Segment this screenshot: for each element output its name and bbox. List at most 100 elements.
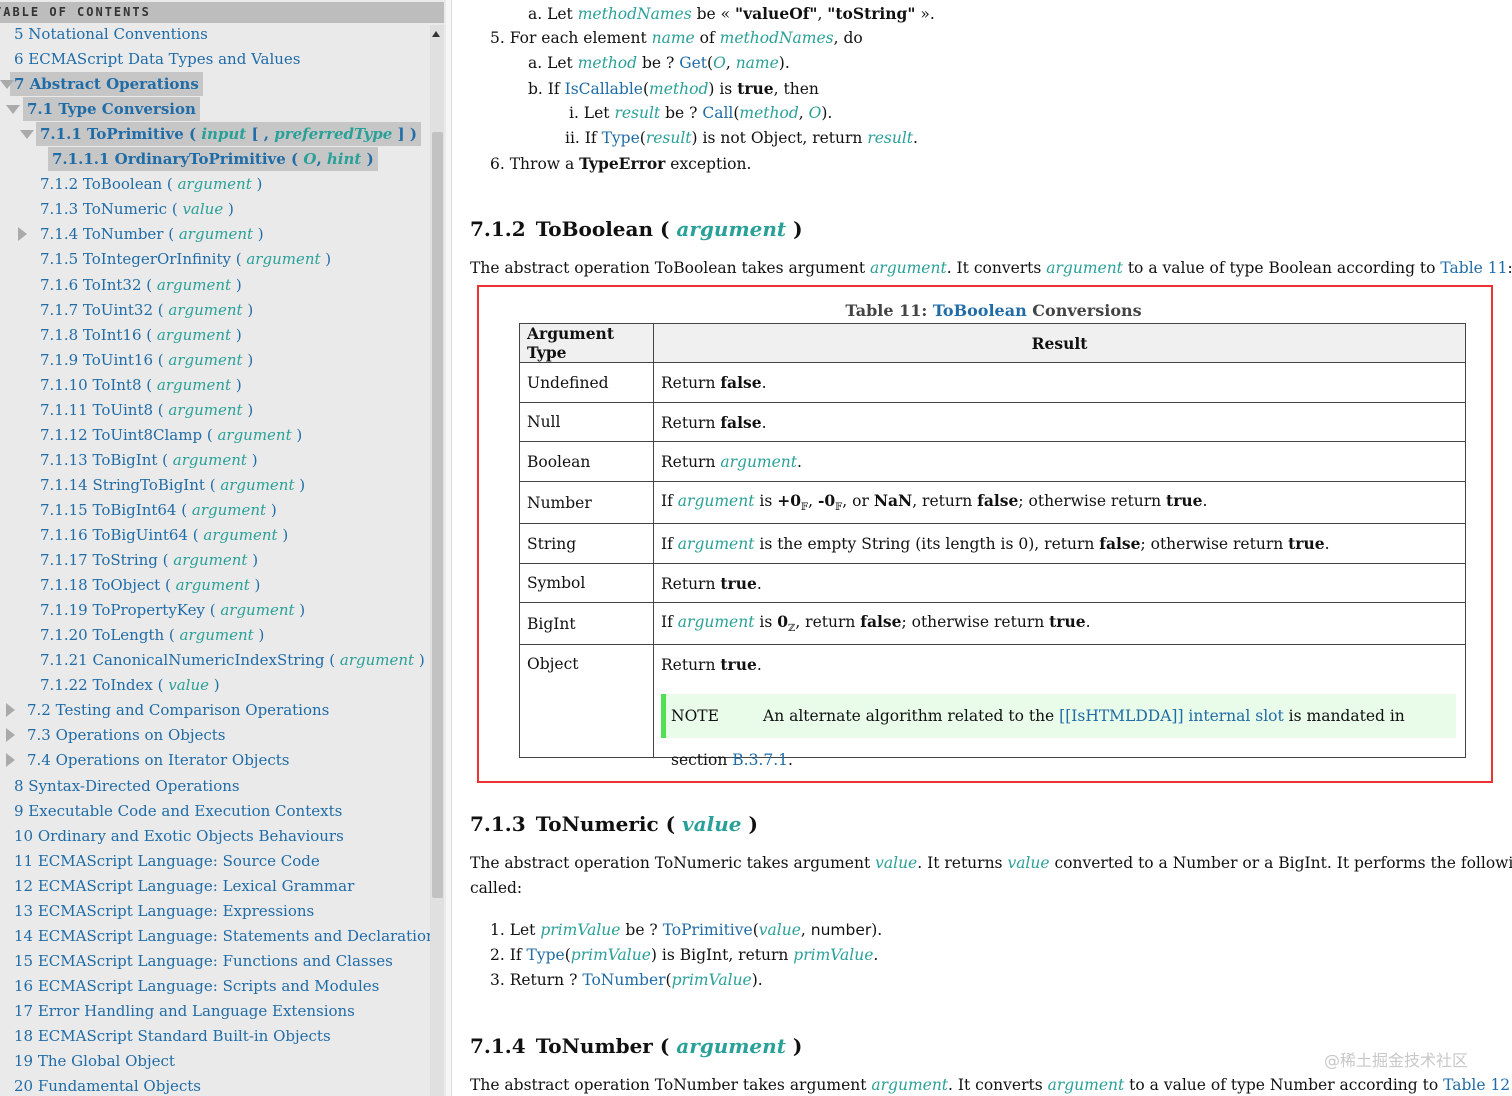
toboolean-caption-link[interactable]: ToBoolean [933, 301, 1027, 320]
row-result: Return argument. [653, 441, 1466, 482]
toc-item[interactable]: 7.1.19 ToPropertyKey ( argument ) [40, 598, 305, 622]
toc-item[interactable]: 6 ECMAScript Data Types and Values [14, 47, 301, 71]
toc-item[interactable]: 7.1.4 ToNumber ( argument ) [40, 222, 264, 246]
scroll-up-arrow-icon[interactable] [432, 31, 440, 37]
toboolean-conversions-table: Argument Type Result Undefined Return fa… [519, 323, 1466, 769]
toc-item[interactable]: 7.1.13 ToBigInt ( argument ) [40, 448, 258, 472]
toc-item[interactable]: 12 ECMAScript Language: Lexical Grammar [14, 874, 354, 898]
toc-item[interactable]: 7.4 Operations on Iterator Objects [27, 748, 289, 772]
toc-item[interactable]: 7.1 Type Conversion [23, 97, 200, 122]
toc-item[interactable]: 7.1.16 ToBigUint64 ( argument ) [40, 523, 288, 547]
toc-item[interactable]: 7.1.17 ToString ( argument ) [40, 548, 258, 572]
toc-item[interactable]: 13 ECMAScript Language: Expressions [14, 899, 314, 923]
row-type: String [519, 523, 654, 564]
toc-item[interactable]: 16 ECMAScript Language: Scripts and Modu… [14, 974, 379, 998]
row-result: If argument is the empty String (its len… [653, 523, 1466, 564]
row-result: If argument is 0ℤ, return false; otherwi… [653, 602, 1466, 645]
table-row: Object Return true. NOTE An alternate alg… [519, 644, 1466, 769]
toc-item[interactable]: 7.3 Operations on Objects [27, 723, 226, 747]
tonumeric-intro-cont: called: [470, 879, 523, 897]
collapse-triangle-icon[interactable] [0, 80, 14, 90]
toc-item[interactable]: 7.1.3 ToNumeric ( value ) [40, 197, 234, 221]
toc-item[interactable]: 7 Abstract Operations [10, 72, 203, 97]
toc-item[interactable]: 7.1.1.1 OrdinaryToPrimitive ( O, hint ) [48, 147, 378, 172]
tonumber-intro: The abstract operation ToNumber takes ar… [470, 1076, 1512, 1094]
step-5a: a. Let method be ? Get(O, name). [528, 54, 790, 72]
expand-triangle-icon[interactable] [6, 703, 15, 718]
row-result: Return true. [653, 563, 1466, 603]
note-label: NOTE [671, 707, 719, 725]
toc-item[interactable]: 7.1.2 ToBoolean ( argument ) [40, 172, 262, 196]
toc-item[interactable]: 7.1.10 ToInt8 ( argument ) [40, 373, 242, 397]
toc-item[interactable]: 7.1.11 ToUint8 ( argument ) [40, 398, 253, 422]
toc-item[interactable]: 19 The Global Object [14, 1049, 175, 1073]
row-type: Null [519, 402, 654, 442]
table-12-link[interactable]: Table 12 [1443, 1076, 1510, 1094]
toc-sidebar: TABLE OF CONTENTS 5 Notational Conventio… [0, 0, 446, 1096]
call-link[interactable]: Call [702, 104, 733, 122]
row-type: Object [519, 644, 654, 758]
section-b-3-7-1-link[interactable]: B.3.7.1 [732, 751, 788, 769]
toc-item[interactable]: 7.1.8 ToInt16 ( argument ) [40, 323, 242, 347]
toprimitive-link[interactable]: ToPrimitive [663, 921, 753, 939]
row-type: Number [519, 481, 654, 524]
toc-item[interactable]: 7.1.15 ToBigInt64 ( argument ) [40, 498, 277, 522]
col-header-argument-type: Argument Type [519, 323, 654, 363]
toc-item[interactable]: 7.1.18 ToObject ( argument ) [40, 573, 260, 597]
table-row: String If argument is the empty String (… [519, 523, 1466, 564]
section-heading-7-1-4: 7.1.4 ToNumber ( argument ) [470, 1034, 803, 1058]
toc-item[interactable]: 7.1.5 ToIntegerOrInfinity ( argument ) [40, 247, 331, 271]
expand-triangle-icon[interactable] [18, 227, 27, 242]
table-row: BigInt If argument is 0ℤ, return false; … [519, 602, 1466, 645]
col-header-result: Result [653, 323, 1466, 363]
tonumeric-step-2: 2. If Type(primValue) is BigInt, return … [490, 946, 879, 964]
step-4a: a. Let methodNames be « "valueOf", "toSt… [528, 4, 935, 23]
toc-item[interactable]: 7.1.1 ToPrimitive ( input [ , preferredT… [36, 122, 421, 147]
table-11-link[interactable]: Table 11 [1440, 259, 1507, 277]
toc-item[interactable]: 5 Notational Conventions [14, 22, 208, 46]
toc-item[interactable]: 9 Executable Code and Execution Contexts [14, 799, 342, 823]
toc-item[interactable]: 10 Ordinary and Exotic Objects Behaviour… [14, 824, 344, 848]
toc-header: TABLE OF CONTENTS [0, 2, 444, 23]
note-box: NOTE An alternate algorithm related to th… [661, 694, 1456, 769]
toc-item[interactable]: 17 Error Handling and Language Extension… [14, 999, 355, 1023]
iscallable-link[interactable]: IsCallable [565, 80, 643, 98]
toc-item[interactable]: 7.1.12 ToUint8Clamp ( argument ) [40, 423, 302, 447]
toc-item[interactable]: 18 ECMAScript Standard Built-in Objects [14, 1024, 331, 1048]
step-5bii: ii. If Type(result) is not Object, retur… [565, 129, 918, 147]
step-5: 5. For each element name of methodNames,… [490, 29, 863, 47]
toc-item[interactable]: 15 ECMAScript Language: Functions and Cl… [14, 949, 393, 973]
row-type: Boolean [519, 441, 654, 482]
toc-item[interactable]: 14 ECMAScript Language: Statements and D… [14, 924, 443, 948]
type-link[interactable]: Type [602, 129, 640, 147]
expand-triangle-icon[interactable] [6, 728, 15, 743]
step-5b: b. If IsCallable(method) is true, then [528, 79, 819, 98]
main-content: a. Let methodNames be « "valueOf", "toSt… [452, 0, 1512, 1096]
collapse-triangle-icon[interactable] [6, 105, 20, 115]
section-heading-7-1-3: 7.1.3 ToNumeric ( value ) [470, 812, 758, 836]
get-link[interactable]: Get [679, 54, 707, 72]
toc-item[interactable]: 8 Syntax-Directed Operations [14, 774, 240, 798]
toc-item[interactable]: 7.1.14 StringToBigInt ( argument ) [40, 473, 305, 497]
table-header-row: Argument Type Result [519, 323, 1466, 363]
toc-item[interactable]: 7.1.6 ToInt32 ( argument ) [40, 273, 242, 297]
toc-item[interactable]: 7.1.20 ToLength ( argument ) [40, 623, 264, 647]
row-type: BigInt [519, 602, 654, 645]
row-result: If argument is +0𝔽, -0𝔽, or NaN, return … [653, 481, 1466, 524]
expand-triangle-icon[interactable] [6, 753, 15, 768]
toc-item[interactable]: 20 Fundamental Objects [14, 1074, 201, 1096]
row-type: Symbol [519, 563, 654, 603]
type-link-2[interactable]: Type [527, 946, 565, 964]
toc-item[interactable]: 11 ECMAScript Language: Source Code [14, 849, 320, 873]
scrollbar-thumb[interactable] [432, 132, 443, 898]
tobool-intro: The abstract operation ToBoolean takes a… [470, 259, 1512, 277]
toc-item[interactable]: 7.1.22 ToIndex ( value ) [40, 673, 220, 697]
collapse-triangle-icon[interactable] [20, 130, 34, 140]
tonumber-link[interactable]: ToNumber [582, 971, 665, 989]
toc-item[interactable]: 7.2 Testing and Comparison Operations [27, 698, 329, 722]
toc-item[interactable]: 7.1.9 ToUint16 ( argument ) [40, 348, 253, 372]
ishtmldda-link[interactable]: [[IsHTMLDDA]] internal slot [1059, 707, 1284, 725]
toc-item[interactable]: 7.1.7 ToUint32 ( argument ) [40, 298, 253, 322]
toc-item[interactable]: 7.1.21 CanonicalNumericIndexString ( arg… [40, 648, 425, 672]
row-result: Return false. [653, 402, 1466, 442]
